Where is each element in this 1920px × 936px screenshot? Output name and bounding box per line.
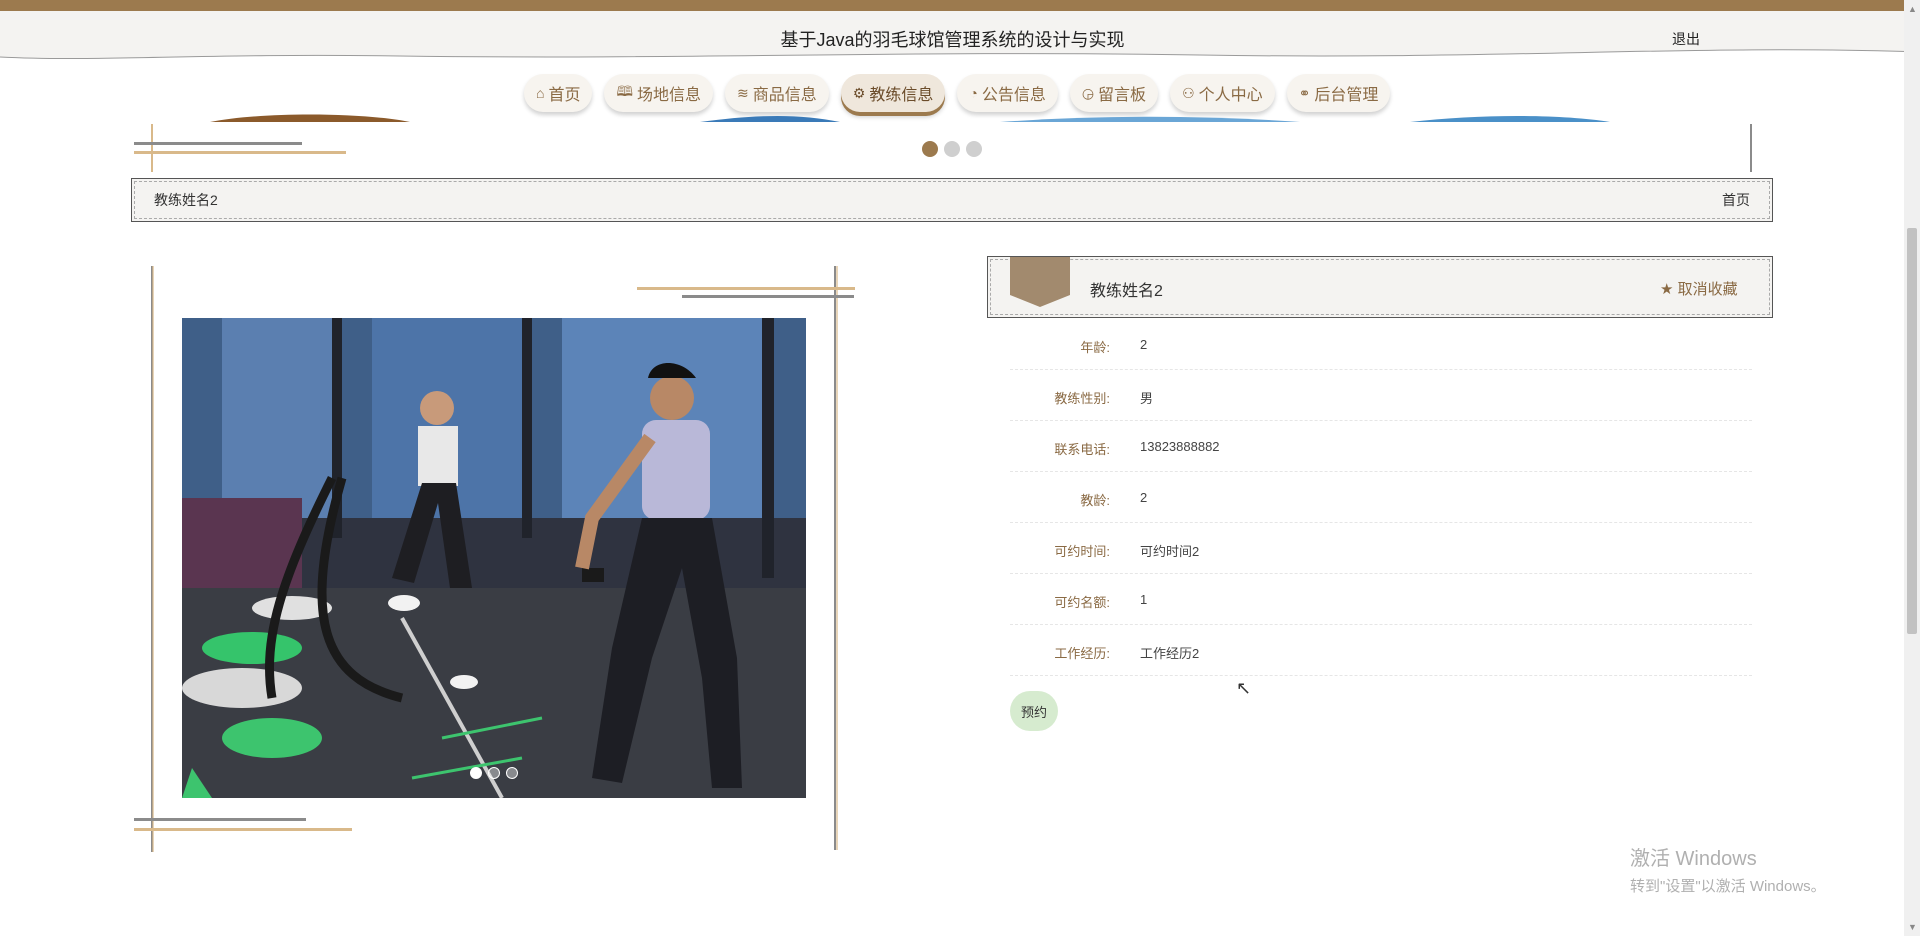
detail-field-row: 工作经历: 工作经历2 <box>1010 625 1752 676</box>
nav-item-label: 后台管理 <box>1314 87 1379 104</box>
detail-field-row: 可约时间: 可约时间2 <box>1010 523 1752 574</box>
nav-item-6[interactable]: ⚇ 个人中心 <box>1170 74 1275 112</box>
nav-item-label: 教练信息 <box>869 87 934 104</box>
detail-field-value: 男 <box>1140 391 1154 406</box>
detail-field-value: 2 <box>1140 490 1148 505</box>
nav-item-0[interactable]: ⌂ 首页 <box>524 74 593 112</box>
badge-shape <box>1010 257 1070 307</box>
coach-photo-illustration <box>182 318 806 798</box>
detail-field-label: 可约名额: <box>1054 595 1110 610</box>
layers-icon: ≋ <box>737 84 749 101</box>
detail-field-label: 年龄: <box>1080 340 1110 355</box>
gallery-frame-line <box>134 828 352 831</box>
book-icon: 🕮 <box>616 83 633 99</box>
nav-item-label: 场地信息 <box>637 87 702 104</box>
gallery-frame-line <box>682 295 854 298</box>
nav-item-5[interactable]: ◶ 留言板 <box>1069 74 1159 112</box>
gallery-frame-line <box>836 266 838 850</box>
banner-pagination <box>922 141 982 157</box>
logout-link[interactable]: 退出 <box>1672 29 1700 49</box>
site-title: 基于Java的羽毛球馆管理系统的设计与实现 <box>780 30 1125 50</box>
link-icon: ⚭ <box>1298 84 1311 101</box>
user-icon: ⚇ <box>1182 84 1195 101</box>
banner-deco-line <box>134 142 302 145</box>
detail-field-row: 年龄: 2 <box>1010 319 1752 370</box>
watermark-line1: 激活 Windows <box>1630 848 1757 870</box>
nav-item-2[interactable]: ≋ 商品信息 <box>725 74 829 112</box>
home-icon: ⌂ <box>536 85 545 101</box>
scroll-up-icon[interactable]: ▲ <box>1908 4 1917 14</box>
star-icon: ★ <box>1660 281 1674 298</box>
nav-item-label: 留言板 <box>1098 87 1147 104</box>
nav-item-4[interactable]: ◔ 公告信息 <box>957 74 1058 112</box>
page-scrollbar[interactable]: ▲ ▼ <box>1904 0 1920 936</box>
palette-icon: ◔ <box>969 85 978 101</box>
banner-dot[interactable] <box>922 141 938 157</box>
watermark-line2: 转到"设置"以激活 Windows。 <box>1630 878 1826 895</box>
detail-field-value: 工作经历2 <box>1140 646 1200 661</box>
nav-item-3[interactable]: ⚙ 教练信息 <box>840 74 946 112</box>
detail-field-label: 联系电话: <box>1054 442 1110 457</box>
banner-deco-line <box>134 151 346 154</box>
detail-field-label: 教龄: <box>1080 493 1110 508</box>
coach-photo <box>182 318 806 798</box>
detail-field-label: 工作经历: <box>1054 646 1110 661</box>
detail-field-label: 可约时间: <box>1054 544 1110 559</box>
banner-deco-line <box>1750 124 1752 172</box>
gallery-frame-line <box>134 818 306 821</box>
gear-icon: ⚙ <box>852 84 866 101</box>
gallery-frame-line <box>637 287 855 290</box>
dashboard-icon: ◶ <box>1081 84 1095 101</box>
nav-item-7[interactable]: ⚭ 后台管理 <box>1286 74 1391 112</box>
detail-field-value: 可约时间2 <box>1140 544 1200 559</box>
banner-deco-line <box>151 124 153 172</box>
detail-field-row: 可约名额: 1 <box>1010 574 1752 625</box>
main-nav: ⌂ 首页 🕮 场地信息 ≋ 商品信息 ⚙ 教练信息 ◔ 公告信息 ◶ 留言板 ⚇ 个人中心 ⚭ 后台管理 <box>524 74 1391 114</box>
detail-title: 教练姓名2 <box>1090 283 1163 300</box>
scroll-thumb[interactable] <box>1907 228 1917 634</box>
detail-field-value: 13823888882 <box>1140 439 1220 454</box>
gallery-pagination <box>470 767 518 779</box>
nav-item-label: 个人中心 <box>1198 87 1263 104</box>
breadcrumb: 教练姓名2 首页 <box>131 178 1773 222</box>
banner-dot[interactable] <box>966 141 982 157</box>
detail-field-value: 1 <box>1140 592 1148 607</box>
nav-item-label: 商品信息 <box>752 87 817 104</box>
nav-item-label: 首页 <box>548 87 581 104</box>
breadcrumb-home-link[interactable]: 首页 <box>1722 190 1750 210</box>
gallery-frame-line <box>152 266 154 852</box>
detail-field-row: 教龄: 2 <box>1010 472 1752 523</box>
scroll-down-icon[interactable]: ▼ <box>1908 922 1917 932</box>
unfavorite-label: 取消收藏 <box>1677 281 1738 298</box>
detail-field-row: 教练性别: 男 <box>1010 370 1752 421</box>
breadcrumb-current: 教练姓名2 <box>154 192 218 208</box>
detail-field-row: 联系电话: 13823888882 <box>1010 421 1752 472</box>
nav-item-label: 公告信息 <box>981 87 1046 104</box>
mouse-cursor-icon: ↖ <box>1236 678 1252 698</box>
banner-strip <box>210 114 1610 122</box>
windows-activation-watermark: 激活 Windows 转到"设置"以激活 Windows。 <box>1630 842 1826 896</box>
gallery-dot[interactable] <box>470 767 482 779</box>
detail-field-value: 2 <box>1140 337 1148 352</box>
gallery-dot[interactable] <box>488 767 500 779</box>
banner-dot[interactable] <box>944 141 960 157</box>
detail-header: 教练姓名2 ★ 取消收藏 <box>987 256 1773 318</box>
book-button[interactable]: 预约 <box>1010 691 1058 731</box>
unfavorite-button[interactable]: ★ 取消收藏 <box>1660 278 1738 299</box>
gallery-dot[interactable] <box>506 767 518 779</box>
detail-field-label: 教练性别: <box>1054 391 1110 406</box>
nav-item-1[interactable]: 🕮 场地信息 <box>604 74 714 112</box>
